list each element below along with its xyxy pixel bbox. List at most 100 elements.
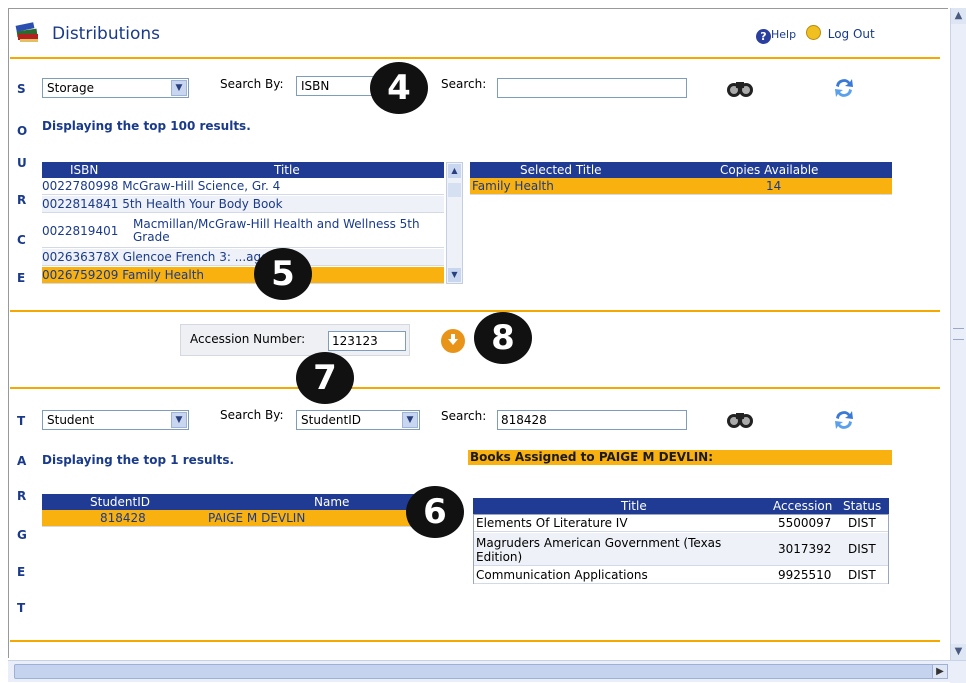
scroll-up-icon[interactable]: ▲ — [951, 8, 966, 24]
source-search-by-select[interactable]: ISBN — [296, 76, 376, 96]
accession-input[interactable]: 123123 — [328, 331, 406, 351]
row-isbn: 002636378X — [42, 250, 119, 264]
source-search-label: Search: — [441, 77, 487, 91]
scroll-down-icon[interactable]: ▼ — [448, 268, 461, 282]
header-links: ? Help Log Out — [756, 25, 875, 44]
horizontal-scrollbar[interactable]: ▶ — [8, 660, 966, 683]
scroll-down-icon[interactable]: ▼ — [951, 644, 966, 660]
row-title: 5th Health Your Body Book — [122, 197, 283, 211]
row-isbn: 0022780998 — [42, 179, 119, 193]
source-type-value: Storage — [47, 81, 94, 95]
help-link[interactable]: Help — [771, 28, 796, 41]
target-type-value: Student — [47, 413, 95, 427]
source-letter: R — [17, 193, 27, 207]
accession-label: Accession Number: — [190, 332, 306, 346]
divider-middle-top — [10, 310, 940, 312]
target-search-by-label: Search By: — [220, 408, 284, 422]
column-header-name: Name — [314, 495, 350, 509]
target-type-select[interactable]: Student ▼ — [42, 410, 189, 430]
target-search-input[interactable]: 818428 — [497, 410, 687, 430]
selected-title: Family Health — [472, 179, 554, 193]
scroll-up-icon[interactable]: ▲ — [448, 164, 461, 178]
table-row-selected[interactable]: 818428 PAIGE M DEVLIN — [42, 510, 442, 527]
book-status: DIST — [848, 568, 876, 582]
frame-top-border — [8, 8, 948, 9]
refresh-icon[interactable] — [830, 74, 858, 102]
source-letter: E — [17, 271, 26, 285]
target-letter: R — [17, 489, 27, 503]
callout-badge: 4 — [370, 62, 428, 114]
callout-badge: 5 — [254, 248, 312, 300]
target-search-by-select[interactable]: StudentID ▼ — [296, 410, 420, 430]
row-isbn: 0022819401 — [42, 224, 119, 238]
divider-bottom — [10, 640, 940, 642]
books-table-body: Elements Of Literature IV 5500097 DIST M… — [473, 514, 889, 584]
binoculars-icon[interactable] — [725, 408, 755, 430]
vertical-scrollbar[interactable]: ▲ ▼ — [950, 8, 966, 660]
column-header-accession: Accession — [773, 499, 833, 513]
table-row[interactable]: Communication Applications 9925510 DIST — [474, 567, 888, 584]
selected-row[interactable]: Family Health 14 — [470, 178, 892, 195]
books-table-header: Title Accession Status — [473, 498, 889, 514]
book-status: DIST — [848, 516, 876, 530]
refresh-icon[interactable] — [830, 406, 858, 434]
row-title: Macmillan/McGraw-Hill Health and Wellnes… — [133, 217, 420, 244]
app-frame: Distributions ? Help Log Out S O U R C E … — [0, 0, 966, 683]
row-isbn: 0026759209 — [42, 268, 119, 282]
book-accession: 3017392 — [778, 542, 832, 556]
source-letter: S — [17, 82, 26, 96]
target-letter: T — [17, 414, 26, 428]
table-row-selected[interactable]: 0026759209 Family Health — [42, 267, 444, 284]
binoculars-icon[interactable] — [725, 77, 755, 99]
scroll-thumb[interactable] — [448, 183, 461, 197]
logout-icon[interactable] — [805, 25, 821, 40]
row-name: PAIGE M DEVLIN — [208, 511, 306, 525]
book-status: DIST — [848, 542, 876, 556]
help-icon[interactable]: ? — [756, 29, 771, 44]
book-title: Communication Applications — [476, 568, 648, 582]
callout-badge: 7 — [296, 352, 354, 404]
frame-left-border — [8, 8, 9, 658]
assigned-banner: Books Assigned to PAIGE M DEVLIN: — [468, 450, 892, 465]
source-table-header: ISBN Title — [42, 162, 444, 178]
source-search-by-label: Search By: — [220, 77, 284, 91]
callout-badge: 8 — [474, 312, 532, 364]
table-row[interactable]: Magruders American Government (Texas Edi… — [474, 533, 888, 566]
table-row[interactable]: Elements Of Literature IV 5500097 DIST — [474, 515, 888, 532]
table-row[interactable]: 0022814841 5th Health Your Body Book — [42, 196, 444, 213]
book-title: Elements Of Literature IV — [476, 516, 628, 530]
source-table-scrollbar[interactable]: ▲ ▼ — [446, 162, 463, 284]
table-row[interactable]: 0022780998 McGraw-Hill Science, Gr. 4 — [42, 178, 444, 195]
row-title: McGraw-Hill Science, Gr. 4 — [122, 179, 281, 193]
table-row[interactable]: 0022819401 Macmillan/McGraw-Hill Health … — [42, 214, 444, 248]
row-studentid: 818428 — [100, 511, 146, 525]
column-header-selected-title: Selected Title — [520, 163, 602, 177]
table-row[interactable]: 002636378X Glencoe French 3: ...age — [42, 249, 444, 266]
arrow-down-icon[interactable] — [440, 328, 466, 354]
target-search-by-value: StudentID — [301, 413, 362, 427]
chevron-down-icon[interactable]: ▼ — [171, 412, 187, 428]
page-title: Distributions — [52, 24, 161, 44]
scroll-thumb[interactable] — [953, 328, 964, 340]
column-header-studentid: StudentID — [90, 495, 151, 509]
row-title: Glencoe French 3: ...age — [122, 250, 269, 264]
source-display-text: Displaying the top 100 results. — [42, 119, 251, 133]
target-letter: T — [17, 601, 26, 615]
column-header-copies: Copies Available — [720, 163, 819, 177]
target-letter: A — [17, 454, 27, 468]
column-header-title: Title — [274, 163, 300, 177]
source-search-input[interactable] — [497, 78, 687, 98]
chevron-down-icon[interactable]: ▼ — [171, 80, 187, 96]
row-title: Family Health — [122, 268, 205, 282]
logout-link[interactable]: Log Out — [828, 27, 875, 41]
books-icon — [15, 22, 38, 42]
chevron-down-icon[interactable]: ▼ — [402, 412, 418, 428]
target-search-label: Search: — [441, 409, 487, 423]
scroll-thumb[interactable] — [14, 664, 934, 679]
source-search-by-value: ISBN — [301, 79, 330, 93]
divider-top — [10, 57, 940, 59]
scroll-right-icon[interactable]: ▶ — [932, 664, 948, 679]
book-accession: 9925510 — [778, 568, 832, 582]
column-header-book-title: Title — [621, 499, 647, 513]
source-type-select[interactable]: Storage ▼ — [42, 78, 189, 98]
